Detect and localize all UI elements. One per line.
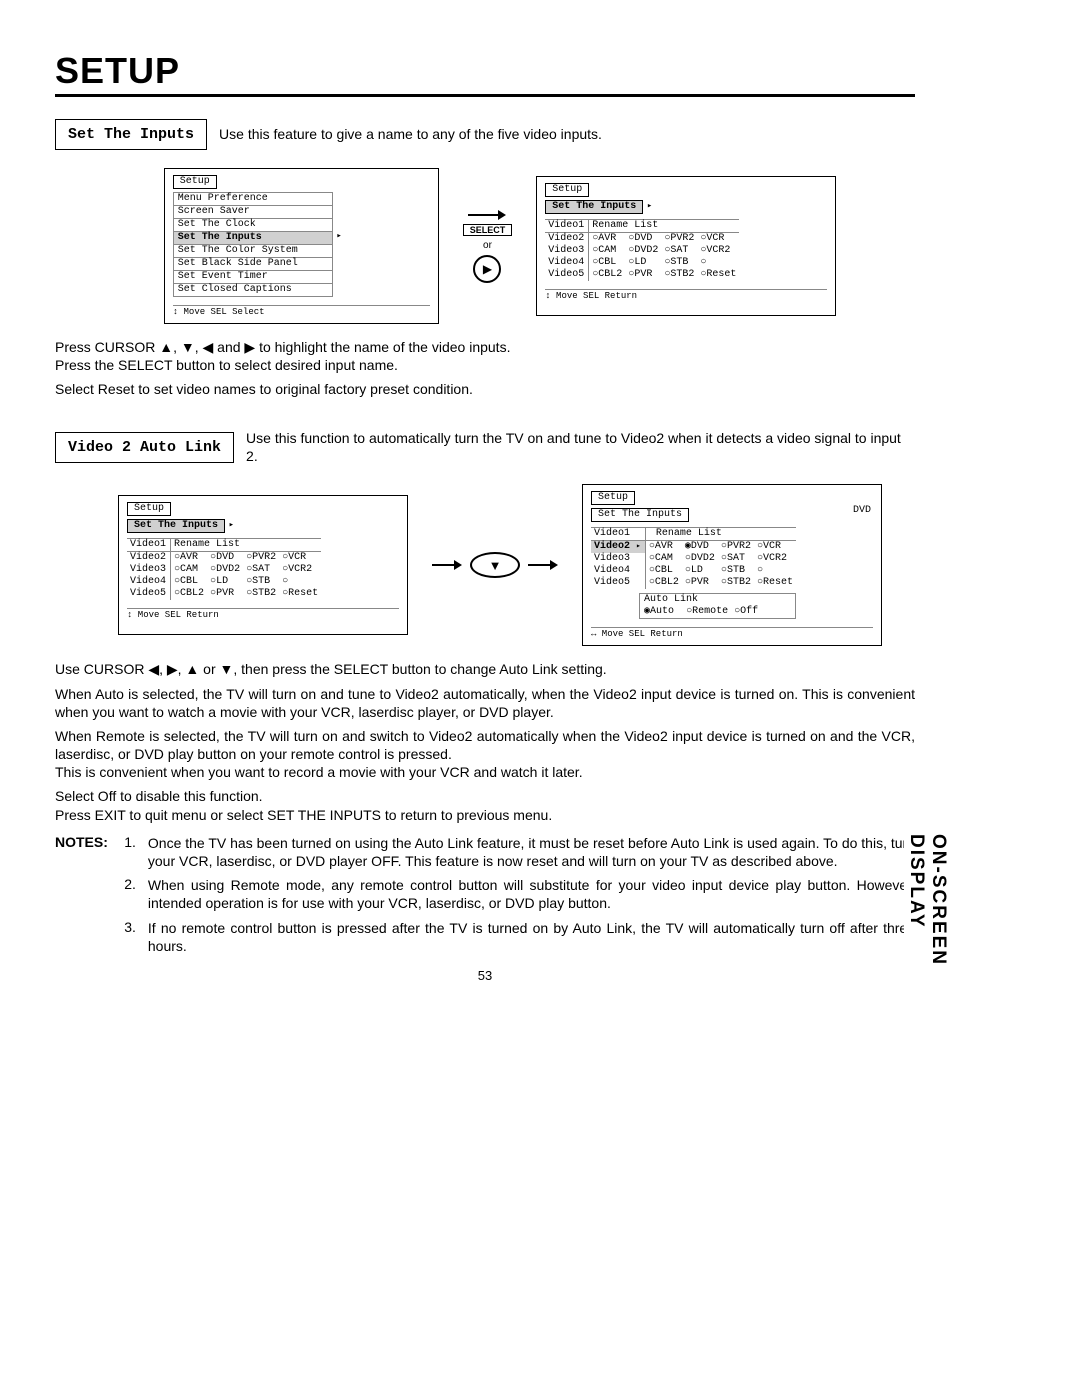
instruction-text: This is convenient when you want to reco… (55, 763, 915, 781)
osd-subtitle: Set The Inputs (591, 508, 689, 522)
rename-grid: Video1Rename List Video2○AVR○DVD○PVR2○VC… (127, 538, 399, 600)
feature-box-autolink: Video 2 Auto Link (55, 432, 234, 463)
menu-item: Set The Clock (173, 219, 333, 232)
osd-footer: ↕ Move SEL Return (545, 289, 827, 301)
osd-menu-list: Menu Preference Screen Saver Set The Clo… (173, 192, 430, 297)
or-label: or (483, 240, 492, 251)
osd-title: Setup (591, 491, 635, 505)
autolink-title: Auto Link (640, 594, 795, 606)
osd-subtitle: Set The Inputs▸ (127, 519, 225, 533)
instruction-text: Use CURSOR ◀, ▶, ▲ or ▼, then press the … (55, 660, 915, 678)
instruction-text: When Remote is selected, the TV will tur… (55, 727, 915, 763)
down-button-icon: ▼ (470, 552, 520, 578)
diagram-row-2: Setup Set The Inputs▸ Video1Rename List … (85, 484, 915, 646)
page-title: SETUP (55, 50, 915, 92)
osd-footer: ↕ Move SEL Select (173, 305, 430, 317)
notes-block: NOTES: 1. Once the TV has been turned on … (55, 834, 915, 955)
menu-item-highlight: Set The Inputs▸ (173, 232, 333, 245)
osd-title: Setup (173, 175, 217, 189)
osd-setup-menu: Setup Menu Preference Screen Saver Set T… (164, 168, 439, 324)
play-button-icon: ▶ (473, 255, 501, 283)
osd-title: Setup (545, 183, 589, 197)
instruction-text: Press the SELECT button to select desire… (55, 356, 915, 374)
note-text: When using Remote mode, any remote contr… (148, 876, 915, 912)
menu-item: Set The Color System (173, 245, 333, 258)
instruction-text: Select Reset to set video names to origi… (55, 380, 915, 398)
menu-item: Set Closed Captions (173, 284, 333, 297)
menu-item: Set Event Timer (173, 271, 333, 284)
autolink-panel: Auto Link ◉Auto ○Remote ○Off (639, 593, 796, 619)
instruction-text: Press EXIT to quit menu or select SET TH… (55, 806, 915, 824)
note-number: 1. (122, 834, 136, 870)
instruction-text: Select Off to disable this function. (55, 787, 915, 805)
arrow-right-icon (468, 210, 506, 220)
rename-grid: Video1Rename List Video2 ▸○AVR◉DVD○PVR2○… (591, 527, 873, 589)
feature-intro-2: Use this function to automatically turn … (246, 429, 915, 467)
note-text: If no remote control button is pressed a… (148, 919, 915, 955)
osd-title: Setup (127, 502, 171, 516)
instruction-text: When Auto is selected, the TV will turn … (55, 685, 915, 721)
feature-box-set-inputs: Set The Inputs (55, 119, 207, 150)
title-rule (55, 94, 915, 97)
osd-footer: ↕ Move SEL Return (127, 608, 399, 620)
osd-set-inputs-before: Setup Set The Inputs▸ Video1Rename List … (118, 495, 408, 635)
feature-intro-1: Use this feature to give a name to any o… (219, 125, 602, 144)
arrow-right-icon (432, 560, 462, 570)
autolink-options: ◉Auto ○Remote ○Off (640, 606, 795, 618)
chevron-right-icon: ▸ (336, 232, 341, 241)
osd-subtitle: Set The Inputs▸ (545, 200, 643, 214)
note-text: Once the TV has been turned on using the… (148, 834, 915, 870)
instruction-text: Press CURSOR ▲, ▼, ◀ and ▶ to highlight … (55, 338, 915, 356)
corner-label: DVD (853, 506, 871, 516)
osd-set-inputs: Setup Set The Inputs▸ Video1Rename List … (536, 176, 836, 316)
chevron-right-icon: ▸ (229, 521, 234, 530)
diagram-row-1: Setup Menu Preference Screen Saver Set T… (85, 168, 915, 324)
menu-item: Set Black Side Panel (173, 258, 333, 271)
menu-item: Menu Preference (173, 192, 333, 206)
osd-footer: ↔ Move SEL Return (591, 627, 873, 639)
rename-grid: Video1Rename List Video2○AVR○DVD○PVR2○VC… (545, 219, 827, 281)
chevron-right-icon: ▸ (647, 202, 652, 211)
arrow-right-icon (528, 560, 558, 570)
notes-label: NOTES: (55, 834, 108, 955)
note-number: 3. (122, 919, 136, 955)
select-button-icon: SELECT (463, 224, 513, 236)
page-number: 53 (0, 968, 970, 983)
menu-item: Screen Saver (173, 206, 333, 219)
note-number: 2. (122, 876, 136, 912)
connector-1: SELECT or ▶ (463, 210, 513, 283)
connector-2: ▼ (432, 552, 558, 578)
osd-set-inputs-after: Setup DVD Set The Inputs Video1Rename Li… (582, 484, 882, 646)
